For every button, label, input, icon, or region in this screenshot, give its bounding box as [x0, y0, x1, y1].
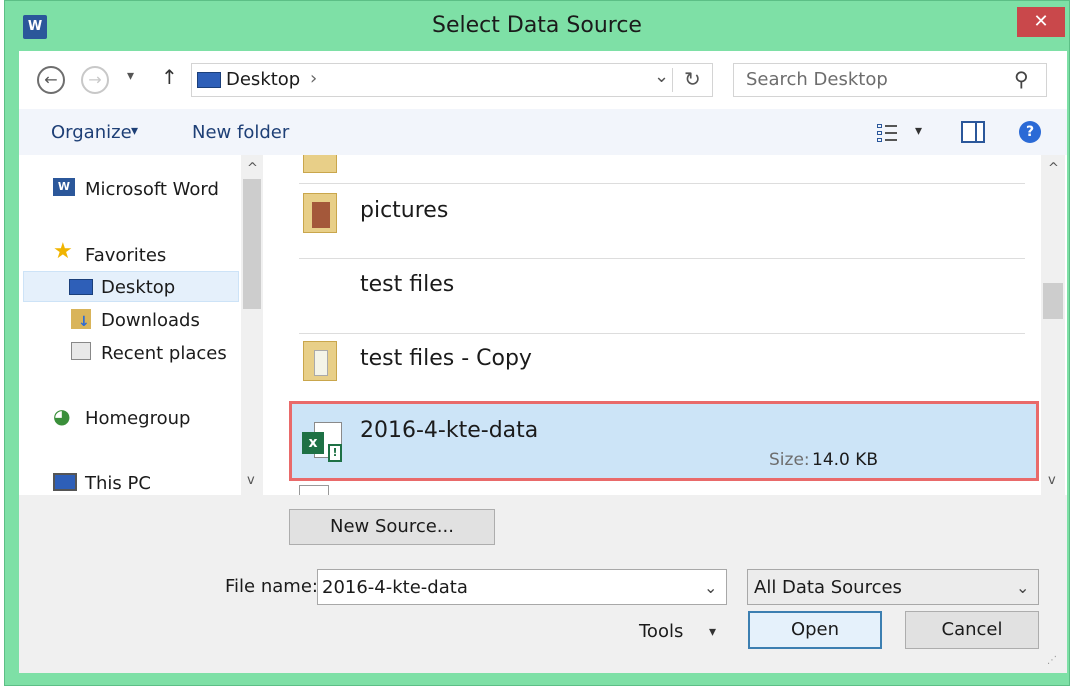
downloads-icon: ↓	[71, 309, 91, 329]
pc-icon	[53, 473, 77, 491]
star-icon: ★	[53, 239, 73, 264]
excel-icon: x !	[302, 422, 342, 464]
file-item-pictures[interactable]: pictures	[360, 198, 448, 223]
cancel-button[interactable]: Cancel	[905, 611, 1039, 649]
command-bar: Organize ▾ New folder ▾ ?	[19, 109, 1067, 155]
open-button[interactable]: Open	[748, 611, 882, 649]
address-dropdown-icon[interactable]: ⌄	[654, 66, 669, 87]
folder-icon	[303, 341, 337, 381]
file-item-test-files[interactable]: test files	[360, 272, 454, 297]
sidebar-item-homegroup[interactable]: Homegroup	[85, 408, 190, 429]
sidebar-item-downloads[interactable]: Downloads	[101, 310, 200, 331]
resize-grip-icon[interactable]: ⋰	[1047, 655, 1057, 666]
desktop-icon	[69, 279, 93, 295]
dialog-title: Select Data Source	[432, 13, 642, 38]
search-icon[interactable]: ⚲	[1014, 67, 1029, 91]
file-size-value: 14.0 KB	[812, 450, 879, 470]
refresh-icon[interactable]: ↻	[684, 67, 701, 91]
file-type-value: All Data Sources	[754, 577, 902, 598]
sidebar-item-microsoft-word[interactable]: Microsoft Word	[85, 179, 219, 200]
folder-icon	[303, 193, 337, 233]
file-list-scroll-up-icon[interactable]: ^	[1048, 161, 1059, 176]
close-button[interactable]: ✕	[1017, 7, 1065, 37]
sidebar-item-favorites[interactable]: Favorites	[85, 245, 166, 266]
tools-menu[interactable]: Tools	[639, 621, 683, 642]
homegroup-icon: ◕	[53, 404, 71, 428]
file-item-2016-4-kte-data-selected[interactable]: x ! 2016-4-kte-data Size: 14.0 KB	[289, 401, 1039, 481]
file-list-scroll-down-icon[interactable]: v	[1048, 473, 1056, 488]
tools-chevron-icon[interactable]: ▾	[709, 624, 716, 640]
new-source-button[interactable]: New Source...	[289, 509, 495, 545]
up-button[interactable]: ↑	[161, 65, 178, 89]
file-list-scroll-thumb[interactable]	[1043, 283, 1063, 319]
dialog-client: ← → ▾ ↑ Desktop › ⌄ ↻ Search Desktop ⚲ O…	[19, 51, 1067, 673]
file-item-test-files-copy[interactable]: test files - Copy	[360, 346, 532, 371]
row-separator	[299, 333, 1025, 334]
search-input[interactable]: Search Desktop	[746, 69, 888, 90]
file-type-select[interactable]: All Data Sources ⌄	[747, 569, 1039, 605]
file-name-input[interactable]: 2016-4-kte-data	[322, 577, 468, 598]
address-divider	[672, 68, 673, 92]
file-list: pictures test files test files - Copy x …	[269, 155, 1041, 495]
dialog-footer: New Source... File name: 2016-4-kte-data…	[19, 495, 1067, 673]
navigation-bar: ← → ▾ ↑ Desktop › ⌄ ↻ Search Desktop ⚲	[19, 51, 1067, 109]
recent-locations-button[interactable]: ▾	[127, 68, 134, 84]
folder-icon	[303, 155, 337, 173]
preview-pane-icon[interactable]	[961, 121, 985, 143]
address-segment-desktop[interactable]: Desktop	[226, 69, 300, 90]
row-separator	[299, 258, 1025, 259]
sidebar-scroll-up-icon[interactable]: ^	[247, 161, 258, 176]
new-folder-button[interactable]: New folder	[192, 122, 289, 143]
organize-menu[interactable]: Organize	[51, 122, 132, 143]
address-arrow-icon[interactable]: ›	[310, 68, 317, 89]
file-icon	[299, 485, 329, 495]
file-name-combobox[interactable]: 2016-4-kte-data ⌄	[317, 569, 727, 605]
organize-chevron-icon[interactable]: ▾	[131, 123, 138, 139]
recent-places-icon	[71, 342, 91, 360]
file-name-dropdown-icon[interactable]: ⌄	[704, 578, 717, 597]
row-separator	[299, 183, 1025, 184]
file-size-label: Size:	[769, 450, 810, 470]
view-chevron-icon[interactable]: ▾	[915, 123, 922, 139]
search-box[interactable]: Search Desktop ⚲	[733, 63, 1047, 97]
forward-button[interactable]: →	[81, 66, 109, 94]
sidebar-scrollbar[interactable]: ^ v	[241, 155, 263, 495]
desktop-icon	[197, 72, 221, 88]
sidebar-scroll-down-icon[interactable]: v	[247, 473, 255, 488]
file-list-scrollbar[interactable]: ^ v	[1041, 155, 1065, 495]
help-icon[interactable]: ?	[1019, 121, 1041, 143]
sidebar-item-this-pc[interactable]: This PC	[85, 473, 151, 494]
file-type-dropdown-icon[interactable]: ⌄	[1016, 578, 1029, 597]
word-icon: W	[53, 178, 75, 196]
sidebar-item-desktop[interactable]: Desktop	[101, 277, 175, 298]
navigation-pane: W Microsoft Word ★ Favorites Desktop ↓ D…	[19, 155, 263, 495]
address-bar[interactable]: Desktop › ⌄ ↻	[191, 63, 713, 97]
file-name-label: 2016-4-kte-data	[360, 418, 539, 443]
dialog-window: W Select Data Source ✕ ← → ▾ ↑ Desktop ›…	[4, 0, 1070, 686]
sidebar-item-recent-places[interactable]: Recent places	[101, 343, 227, 364]
back-button[interactable]: ←	[37, 66, 65, 94]
sidebar-scroll-thumb[interactable]	[243, 179, 261, 309]
file-name-label: File name:	[225, 576, 318, 597]
view-options-icon[interactable]	[877, 123, 897, 143]
